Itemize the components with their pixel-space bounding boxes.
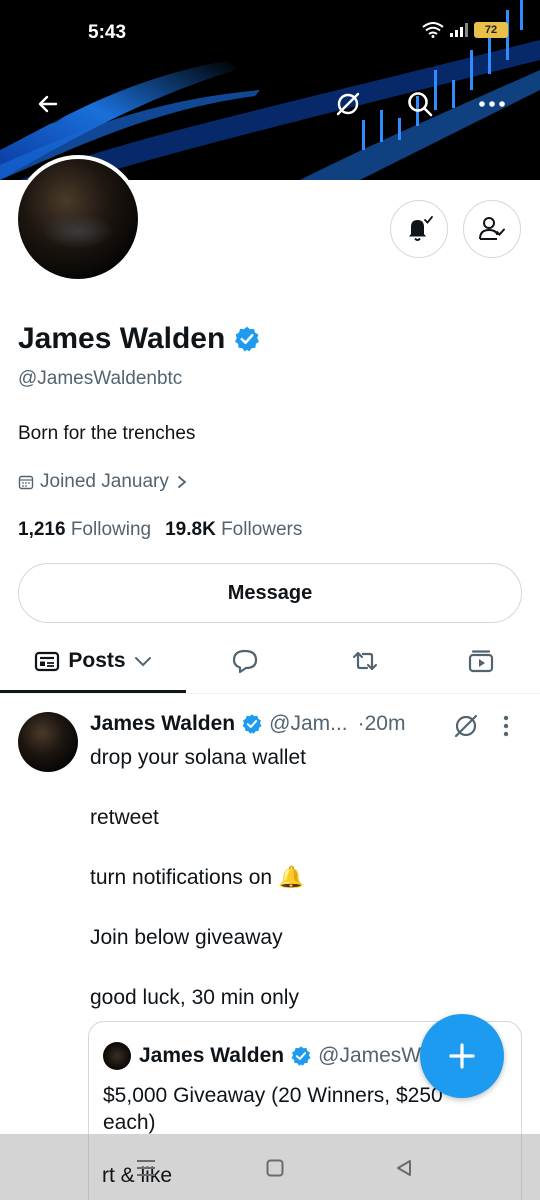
repost-icon (352, 651, 378, 671)
joined-text: Joined January (40, 471, 169, 492)
more-vertical-icon (503, 715, 509, 737)
post-line: good luck, 30 min only (90, 986, 299, 1009)
profile-handle: @JamesWaldenbtc (18, 368, 183, 389)
post-line: drop your solana wallet (90, 746, 306, 769)
verified-badge-icon[interactable] (233, 325, 261, 353)
nav-home-button[interactable] (263, 1156, 287, 1180)
followers-link[interactable]: 19.8K Followers (165, 519, 302, 541)
post-more-button[interactable] (502, 714, 510, 743)
menu-icon (137, 1160, 155, 1176)
bell-check-icon (409, 216, 433, 241)
profile-bio: Born for the trenches (18, 423, 196, 444)
grok-button[interactable] (328, 84, 368, 124)
post-line: retweet (90, 806, 159, 829)
nav-back-button[interactable] (392, 1156, 416, 1180)
nav-recents-button[interactable] (134, 1156, 158, 1180)
follow-stats: 1,216 Following 19.8K Followers (18, 519, 302, 541)
followers-count: 19.8K (165, 519, 216, 540)
verified-badge-icon (291, 1046, 311, 1066)
message-button[interactable]: Message (18, 563, 522, 623)
signal-icon (450, 23, 468, 37)
post-body: drop your solana wallet retweet turn not… (90, 743, 306, 1013)
wifi-icon (422, 22, 444, 38)
verified-badge-icon (242, 714, 262, 734)
battery-icon: 72 (474, 22, 508, 38)
triangle-back-icon (397, 1160, 411, 1176)
chevron-down-icon (134, 657, 151, 667)
active-tab-indicator (0, 690, 186, 693)
profile-avatar[interactable] (14, 155, 142, 283)
followers-label: Followers (221, 519, 303, 540)
quoted-author-name: James Walden (139, 1044, 285, 1067)
plus-icon (449, 1043, 475, 1069)
search-icon (408, 92, 433, 117)
back-button[interactable] (28, 84, 68, 124)
posts-icon (35, 651, 60, 672)
post-line (90, 773, 306, 803)
profile-tabs: Posts (0, 630, 540, 694)
post-author-handle: @Jam... (269, 712, 348, 735)
person-check-icon (479, 217, 505, 240)
avatar-image (18, 159, 138, 279)
video-icon (468, 650, 494, 673)
tab-posts[interactable]: Posts (0, 630, 186, 693)
notifications-button[interactable] (390, 200, 448, 258)
square-icon (266, 1159, 284, 1177)
profile-name-text: James Walden (18, 322, 226, 355)
quoted-author-avatar (103, 1042, 131, 1070)
status-time: 5:43 (88, 22, 127, 43)
arrow-left-icon (38, 95, 58, 113)
profile-banner[interactable]: 5:43 72 (0, 0, 540, 180)
profile-name: James Walden (18, 322, 261, 356)
chevron-right-icon (177, 476, 187, 488)
following-link[interactable]: 1,216 Following (18, 519, 151, 541)
grok-icon (454, 714, 478, 738)
post-line (90, 953, 306, 983)
following-count: 1,216 (18, 519, 66, 540)
calendar-icon (18, 475, 34, 490)
following-label: Following (70, 519, 152, 540)
grok-icon (336, 92, 360, 116)
quoted-text-line: each) (103, 1111, 156, 1134)
quoted-author-handle: @JamesW (318, 1044, 422, 1067)
post-grok-button[interactable] (452, 712, 480, 745)
post-line: turn notifications on 🔔 (90, 866, 305, 889)
post-line (90, 893, 306, 923)
tab-replies[interactable] (212, 630, 278, 692)
tab-reposts[interactable] (332, 630, 398, 692)
post-line (90, 833, 306, 863)
reply-icon (232, 649, 258, 674)
search-button[interactable] (400, 84, 440, 124)
status-icons: 72 (422, 22, 508, 38)
post-author-avatar[interactable] (18, 712, 78, 772)
tab-posts-label: Posts (68, 649, 126, 672)
more-horizontal-icon (479, 101, 505, 107)
post-line: Join below giveaway (90, 926, 283, 949)
joined-date[interactable]: Joined January (18, 471, 189, 493)
post-timestamp[interactable]: ·20m (358, 712, 406, 736)
tab-media[interactable] (448, 630, 514, 692)
post-author-name[interactable]: James Walden (90, 712, 235, 736)
compose-button[interactable] (420, 1014, 504, 1098)
following-button[interactable] (463, 200, 521, 258)
more-options-button[interactable] (472, 84, 512, 124)
